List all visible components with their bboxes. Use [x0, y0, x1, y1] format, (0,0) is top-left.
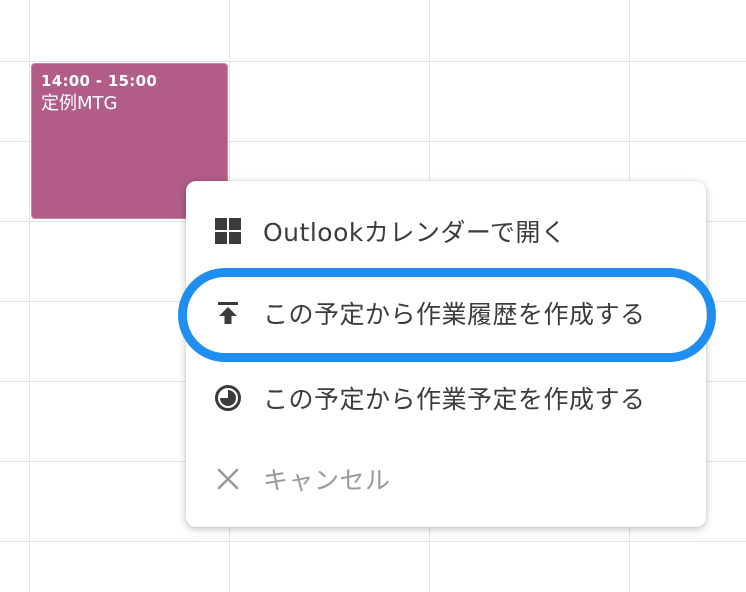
grid-line	[0, 61, 746, 62]
windows-grid-icon	[213, 216, 243, 246]
menu-item-open-outlook[interactable]: Outlookカレンダーで開く	[186, 191, 706, 271]
event-title: 定例MTG	[41, 93, 118, 114]
close-icon	[213, 464, 243, 494]
clock-circle-icon	[213, 383, 243, 413]
menu-item-label: この予定から作業予定を作成する	[263, 385, 646, 414]
menu-item-cancel[interactable]: キャンセル	[186, 439, 706, 519]
menu-item-label: この予定から作業履歴を作成する	[263, 300, 646, 329]
menu-item-create-work-plan[interactable]: この予定から作業予定を作成する	[186, 358, 706, 438]
event-time: 14:00 - 15:00	[41, 72, 158, 90]
context-menu: Outlookカレンダーで開く この予定から作業履歴を作成する この予定から作業…	[186, 181, 706, 527]
grid-line	[29, 0, 30, 592]
grid-line	[0, 541, 746, 542]
upload-arrow-icon	[213, 298, 243, 328]
menu-item-label: キャンセル	[263, 466, 391, 495]
calendar-view: 14:00 - 15:00 定例MTG Outlookカレンダーで開く この予定…	[0, 0, 746, 592]
menu-item-label: Outlookカレンダーで開く	[263, 218, 567, 247]
menu-item-create-work-history[interactable]: この予定から作業履歴を作成する	[186, 273, 706, 353]
